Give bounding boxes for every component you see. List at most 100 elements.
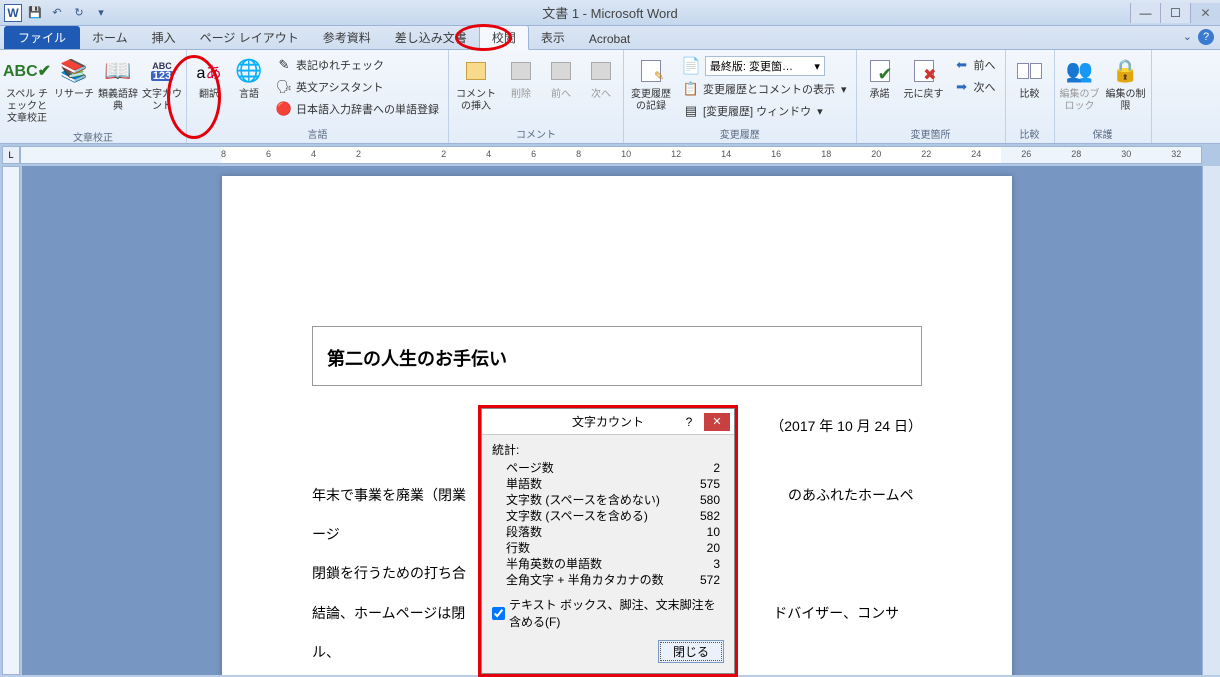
window-title: 文書 1 - Microsoft Word — [542, 3, 678, 22]
stat-row: 文字数 (スペースを含めない)580 — [492, 492, 724, 508]
delete-comment-label: 削除 — [511, 89, 531, 101]
consistency-button[interactable]: ✎表記ゆれチェック — [272, 54, 443, 76]
dialog-titlebar[interactable]: 文字カウント ? ✕ — [482, 409, 734, 435]
undo-icon[interactable]: ↶ — [48, 4, 66, 22]
next-comment-icon — [585, 55, 617, 87]
reject-button[interactable]: ✖ 元に戻す — [902, 52, 946, 104]
qat-customize-icon[interactable]: ▾ — [92, 4, 110, 22]
tab-pagelayout[interactable]: ページ レイアウト — [188, 26, 311, 49]
document-heading-box: 第二の人生のお手伝い — [312, 326, 922, 386]
file-tab[interactable]: ファイル — [4, 26, 80, 49]
compare-button[interactable]: 比較 — [1009, 52, 1051, 104]
next-comment-label: 次へ — [591, 89, 611, 101]
reviewing-pane-button[interactable]: ▤[変更履歴] ウィンドウ▾ — [679, 100, 851, 122]
display-mode-icon: 📄 — [681, 56, 701, 76]
block-authors-button[interactable]: 👥 編集のブロック — [1058, 52, 1102, 116]
dialog-close-ok-button[interactable]: 閉じる — [658, 640, 724, 663]
language-button[interactable]: 🌐 言語 — [230, 52, 268, 104]
delete-comment-button[interactable]: 削除 — [502, 52, 540, 104]
stat-value: 575 — [700, 476, 720, 492]
tab-selector[interactable]: L — [2, 146, 20, 164]
horizontal-ruler[interactable]: 8642246810121416182022242628303234363840… — [20, 146, 1202, 164]
ruler-tick: 26 — [1021, 149, 1031, 159]
ruler-tick: 18 — [821, 149, 831, 159]
show-markup-button[interactable]: 📋変更履歴とコメントの表示▾ — [679, 78, 851, 100]
stat-label: 全角文字 + 半角カタカナの数 — [506, 572, 664, 588]
group-compare: 比較 比較 — [1006, 50, 1055, 143]
next-comment-button[interactable]: 次へ — [582, 52, 620, 104]
annotation-dialog-highlight: 文字カウント ? ✕ 統計: ページ数2単語数575文字数 (スペースを含めない… — [478, 405, 738, 677]
group-protect-label: 保護 — [1058, 125, 1148, 142]
restrict-editing-button[interactable]: 🔒 編集の制限 — [1104, 52, 1148, 116]
ime-register-label: 日本語入力辞書への単語登録 — [296, 101, 439, 117]
ruler-tick: 2 — [441, 149, 446, 159]
translate-button[interactable]: aあ 翻訳 — [190, 52, 228, 104]
translate-label: 翻訳 — [199, 89, 219, 101]
tab-view[interactable]: 表示 — [529, 26, 577, 49]
tab-references[interactable]: 参考資料 — [311, 26, 383, 49]
display-mode-combo[interactable]: 最終版: 変更箇…▾ — [705, 56, 825, 76]
ruler-tick: 16 — [771, 149, 781, 159]
prev-change-icon: ⬅ — [954, 57, 970, 73]
insert-comment-icon — [460, 55, 492, 87]
next-change-button[interactable]: ➡次へ — [950, 76, 1000, 98]
next-change-icon: ➡ — [954, 79, 970, 95]
vertical-ruler[interactable] — [2, 166, 20, 675]
prev-comment-label: 前へ — [551, 89, 571, 101]
stats-heading: 統計: — [492, 441, 724, 458]
minimize-button[interactable]: — — [1130, 3, 1160, 23]
include-footnotes-checkbox[interactable]: テキスト ボックス、脚注、文末脚注を含める(F) — [492, 596, 724, 630]
maximize-button[interactable]: ☐ — [1160, 3, 1190, 23]
block-authors-icon: 👥 — [1064, 55, 1096, 87]
group-language: aあ 翻訳 🌐 言語 ✎表記ゆれチェック 🗣英文アシスタント 🔴日本語入力辞書へ… — [187, 50, 449, 143]
tab-mailings[interactable]: 差し込み文書 — [383, 26, 479, 49]
tab-review[interactable]: 校閲 — [479, 25, 529, 50]
tab-acrobat[interactable]: Acrobat — [577, 29, 642, 49]
accept-button[interactable]: ✔ 承諾 — [860, 52, 900, 104]
vertical-scrollbar[interactable] — [1202, 166, 1220, 675]
collapse-ribbon-icon[interactable]: ⌄ — [1183, 30, 1192, 43]
stat-label: 半角英数の単語数 — [506, 556, 602, 572]
tab-insert[interactable]: 挿入 — [140, 26, 188, 49]
stat-label: ページ数 — [506, 460, 554, 476]
ruler-tick: 6 — [266, 149, 271, 159]
wordcount-dialog: 文字カウント ? ✕ 統計: ページ数2単語数575文字数 (スペースを含めない… — [481, 408, 735, 674]
track-changes-label: 変更履歴の記録 — [628, 89, 674, 113]
thesaurus-button[interactable]: 📖 類義語辞典 — [97, 52, 139, 116]
prev-comment-button[interactable]: 前へ — [542, 52, 580, 104]
restrict-editing-label: 編集の制限 — [1105, 89, 1147, 113]
spellcheck-button[interactable]: ABC✔ スペル チェックと文章校正 — [3, 52, 51, 128]
ruler-tick: 2 — [356, 149, 361, 159]
accept-icon: ✔ — [864, 55, 896, 87]
insert-comment-button[interactable]: コメントの挿入 — [452, 52, 500, 116]
thesaurus-label: 類義語辞典 — [98, 89, 138, 113]
group-proofing: ABC✔ スペル チェックと文章校正 📚 リサーチ 📖 類義語辞典 ABC 12… — [0, 50, 187, 143]
prev-change-button[interactable]: ⬅前へ — [950, 54, 1000, 76]
chevron-down-icon: ▾ — [817, 105, 823, 118]
wordcount-button[interactable]: ABC 123 文字カウント — [141, 52, 183, 116]
ruler-tick: 8 — [221, 149, 226, 159]
dialog-help-button[interactable]: ? — [678, 415, 700, 429]
ruler-tick: 10 — [621, 149, 631, 159]
ime-register-button[interactable]: 🔴日本語入力辞書への単語登録 — [272, 98, 443, 120]
tab-home[interactable]: ホーム — [80, 26, 140, 49]
document-heading: 第二の人生のお手伝い — [327, 349, 507, 369]
title-bar: W 💾 ↶ ↻ ▾ 文書 1 - Microsoft Word — ☐ ✕ — [0, 0, 1220, 26]
word-logo-icon: W — [4, 4, 22, 22]
help-icon[interactable]: ? — [1198, 29, 1214, 45]
block-authors-label: 編集のブロック — [1059, 89, 1101, 113]
ribbon-tabs: ファイル ホーム 挿入 ページ レイアウト 参考資料 差し込み文書 校閲 表示 … — [0, 26, 1220, 50]
save-icon[interactable]: 💾 — [26, 4, 44, 22]
research-button[interactable]: 📚 リサーチ — [53, 52, 95, 104]
redo-icon[interactable]: ↻ — [70, 4, 88, 22]
translate-icon: aあ — [193, 55, 225, 87]
insert-comment-label: コメントの挿入 — [453, 89, 499, 113]
stat-row: 行数20 — [492, 540, 724, 556]
eng-assistant-button[interactable]: 🗣英文アシスタント — [272, 76, 443, 98]
include-footnotes-input[interactable] — [492, 607, 505, 620]
close-button[interactable]: ✕ — [1190, 3, 1220, 23]
reviewing-pane-label: [変更履歴] ウィンドウ — [703, 103, 811, 119]
dialog-close-button[interactable]: ✕ — [704, 413, 730, 431]
delete-comment-icon — [505, 55, 537, 87]
track-changes-button[interactable]: ✎ 変更履歴の記録 — [627, 52, 675, 116]
